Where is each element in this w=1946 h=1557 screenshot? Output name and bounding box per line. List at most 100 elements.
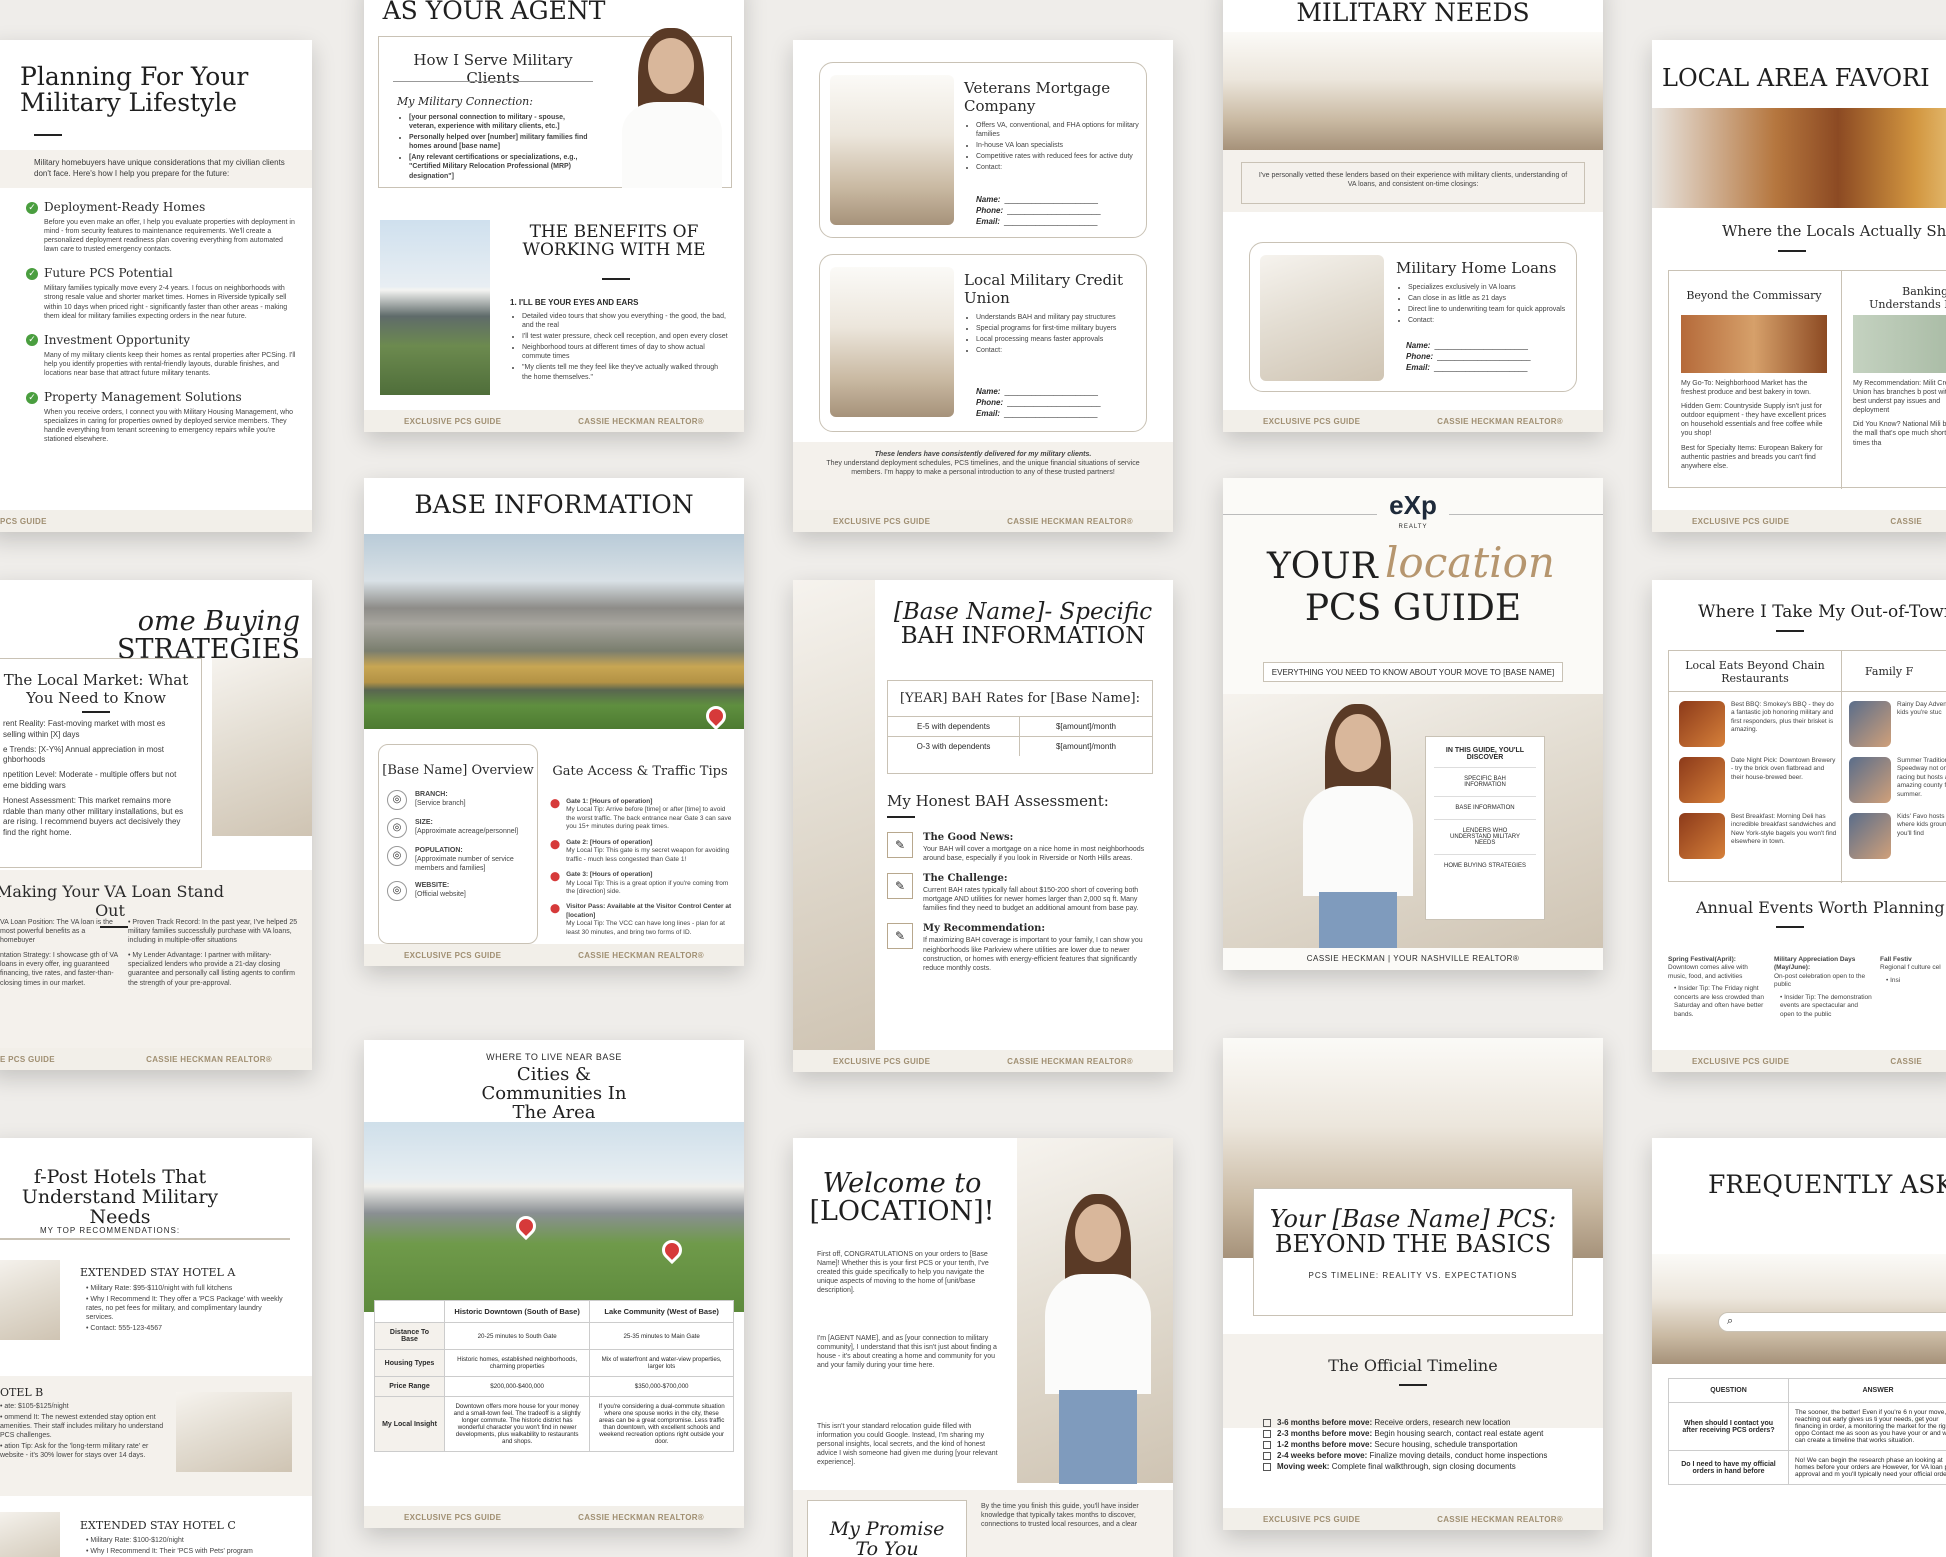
bullet-item: Direct line to underwriting team for qui…	[1408, 305, 1566, 314]
dining-photo	[1223, 32, 1603, 150]
agent-portrait	[1293, 704, 1423, 948]
bah-row: O-3 with dependents $[amount]/month	[888, 736, 1152, 756]
table-row: Distance To Base 20-25 minutes to South G…	[374, 1322, 734, 1350]
assessment-text: The Challenge: Current BAH rates typicall…	[923, 873, 1159, 913]
planning-item: ✓ Property Management Solutions When you r…	[26, 390, 296, 444]
gate-tip: My Local Tip: This is a great option if …	[566, 879, 729, 895]
contact-blank: _____________________	[1007, 206, 1101, 215]
va-left: VA Loan Position: The VA loan is the mos…	[0, 918, 118, 994]
contact-row: Phone: _____________________	[976, 206, 1101, 215]
page-faq: FREQUENTLY ASKE QUESTIONS ⌕ QUESTIONANSW…	[1652, 1138, 1946, 1557]
bullet-item: Special programs for first-time military…	[976, 324, 1139, 333]
lender-photo	[830, 75, 954, 225]
events-list: Spring Festival(April): Downtown comes al…	[1668, 956, 1946, 1019]
contact-row: Email: _____________________	[976, 217, 1101, 226]
assessment-body: If maximizing BAH coverage is important …	[923, 937, 1143, 972]
produce-photo	[1681, 315, 1827, 373]
bah-row: E-5 with dependents $[amount]/month	[888, 716, 1152, 736]
page-title: Cities & Communities In The Area	[481, 1064, 627, 1123]
hotel-c-details: • Military Rate: $100-$120/night • Why I …	[86, 1536, 286, 1557]
timeline-head: 3-6 months before move:	[1277, 1418, 1375, 1427]
hotel-line: • ate: $105-$125/night	[0, 1403, 69, 1410]
page-title: BASE INFORMATION	[414, 490, 694, 519]
eat-text: Best BBQ: Smokey's BBQ - they do a fanta…	[1731, 701, 1834, 734]
table-row: Do I need to have my official orders in …	[1668, 1450, 1946, 1485]
column-header: Historic Downtown (South of Base)	[443, 1300, 591, 1323]
faq-question: When should I contact you after receivin…	[1668, 1402, 1789, 1451]
assessment-item: ✎ My Recommendation: If maximizing BAH cov…	[887, 923, 1159, 972]
item-title-text: Investment Opportunity	[44, 332, 191, 347]
footer-left: EXCLUSIVE PCS GUIDE	[833, 516, 931, 526]
bullet-item: Specializes exclusively in VA loans	[1408, 283, 1566, 292]
field-value: [Approximate acreage/personnel]	[415, 828, 519, 836]
footer-left: EXCLUSIVE PCS GUIDE	[404, 950, 502, 960]
page-out-of-town: Where I Take My Out-of-Town G Local Eats…	[1652, 580, 1946, 1072]
timeline-body: Begin housing search, contact real estat…	[1374, 1429, 1544, 1438]
bullet-item: Offers VA, conventional, and FHA options…	[976, 121, 1139, 139]
family-text: Summer Tradition: The Speedway not only …	[1897, 757, 1946, 798]
check-icon: ✓	[26, 391, 38, 404]
page-planning: Planning For Your Military Lifestyle Mil…	[0, 40, 312, 532]
hotel-line: • ation Tip: Ask for the 'long-term mili…	[0, 1443, 149, 1460]
footer-left: EXCLUSIVE PCS GUIDE	[833, 1056, 931, 1066]
cover-banner: EVERYTHING YOU NEED TO KNOW ABOUT YOUR M…	[1263, 662, 1563, 682]
benefit-heading: 1. I'LL BE YOUR EYES AND EARS	[510, 298, 639, 307]
hotel-b-details: • ate: $105-$125/night • ommend It: The n…	[0, 1402, 170, 1463]
event-item: Military Appreciation Days (May/June): On…	[1774, 956, 1872, 1019]
bullet-item: Contact:	[976, 346, 1139, 355]
bullet-item: [your personal connection to military - …	[409, 113, 592, 131]
bullet-item: [Any relevant certifications or speciali…	[409, 153, 592, 180]
card-bullets: Specializes exclusively in VA loans Can c…	[1396, 283, 1566, 327]
cover-footer: CASSIE HECKMAN | YOUR NASHVILLE REALTOR®	[1306, 954, 1520, 963]
family-text: Rainy Day Adventure the kids you're stuc	[1897, 701, 1946, 717]
timeline-body: Secure housing, schedule transportation	[1374, 1440, 1518, 1449]
guide-item: SPECIFIC BAH INFORMATION	[1434, 767, 1536, 796]
corner-cell	[374, 1300, 445, 1323]
title-line-1: Welcome to	[822, 1168, 982, 1199]
hotel-line: • ommend It: The newest extended stay op…	[0, 1414, 164, 1440]
page-title: ome Buying STRATEGIES	[0, 607, 300, 665]
bullet-item: Personally helped over [number] military…	[409, 133, 592, 151]
family-text: Kids' Favo hosts outd where kids grounds…	[1897, 813, 1946, 837]
footer-right: CASSIE HECKMAN REALTOR®	[1437, 416, 1563, 426]
hotel-a-title: EXTENDED STAY HOTEL A	[80, 1266, 236, 1279]
subtitle: PCS TIMELINE: REALITY VS. EXPECTATIONS	[1308, 1271, 1518, 1281]
search-bar[interactable]: ⌕	[1718, 1312, 1946, 1332]
table-row: Price Range $200,000-$400,000 $350,000-$70…	[374, 1376, 734, 1397]
contact-row: Phone: _____________________	[1406, 352, 1531, 361]
bullet-item: Local processing means faster approvals	[976, 335, 1139, 344]
event-body: On-post celebration open to the public	[1774, 972, 1866, 989]
planning-item-title: ✓ Deployment-Ready Homes	[26, 200, 296, 214]
guide-item: LENDERS WHO UNDERSTAND MILITARY NEEDS	[1434, 819, 1536, 854]
base-field: ◎ BRANCH: [Service branch]	[387, 790, 529, 810]
footer-left: EXCLUSIVE PCS GUIDE	[404, 416, 502, 426]
welcome-paragraph-3: This isn't your standard relocation guid…	[817, 1423, 998, 1467]
contact-row: Email: _____________________	[976, 409, 1101, 418]
food-photo	[1679, 757, 1725, 803]
va-point: VA Loan Position: The VA loan is the mos…	[0, 919, 113, 945]
page-title: Planning For Your Military Lifestyle	[20, 62, 249, 118]
hotel-c-title: EXTENDED STAY HOTEL C	[80, 1519, 236, 1532]
faq-answer: The sooner, the better! Even if you're 6…	[1788, 1402, 1946, 1451]
title-rule	[34, 134, 62, 136]
footer-left: EXCLUSIVE PCS GUIDE	[1692, 1056, 1790, 1066]
page-welcome: Welcome to [LOCATION]! First off, CONGRA…	[793, 1138, 1173, 1557]
timeline-body: Finalize moving details, conduct home in…	[1369, 1451, 1548, 1460]
house-photo	[380, 220, 490, 395]
market-line: rent Reality: Fast-moving market with mo…	[3, 719, 166, 739]
family-item: Kids' Favo hosts outd where kids grounds…	[1849, 813, 1946, 859]
item-title-text: Property Management Solutions	[44, 390, 242, 405]
family-photo	[1849, 701, 1891, 747]
bullet-item: Neighborhood tours at different times of…	[522, 343, 728, 361]
va-right: • Proven Track Record: In the past year,…	[128, 918, 298, 994]
field-icon: ◎	[387, 790, 407, 810]
checkbox-icon	[1263, 1418, 1271, 1427]
assessment-icon: ✎	[887, 832, 913, 858]
timeline-item: 3-6 months before move: Receive orders, …	[1263, 1418, 1583, 1427]
eat-item: Best Breakfast: Morning Deli has incredi…	[1679, 813, 1837, 859]
timeline-item: 2-4 weeks before move: Finalize moving d…	[1263, 1451, 1583, 1460]
gate-tip: My Local Tip: Arrive before [time] or af…	[566, 806, 732, 831]
contact-row: Name: _____________________	[1406, 341, 1531, 350]
page-hotels: f-Post Hotels That Understand Military N…	[0, 1138, 312, 1557]
contact-label: Email:	[1406, 363, 1431, 372]
